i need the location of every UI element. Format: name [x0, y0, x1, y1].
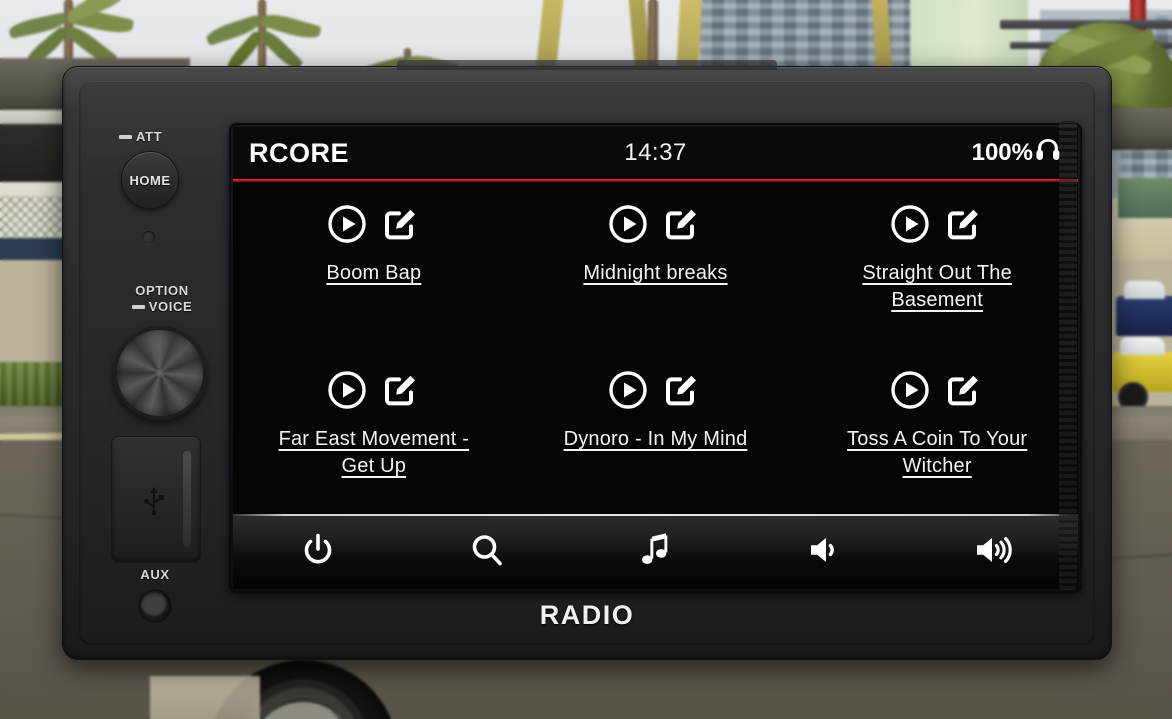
power-button[interactable] — [275, 532, 361, 568]
status-bar: RCORE 14:37 100% — [233, 127, 1078, 179]
bottom-toolbar — [233, 516, 1078, 584]
home-button-label: HOME — [129, 172, 171, 188]
track-title[interactable]: Toss A Coin To Your Witcher — [830, 426, 1045, 480]
window-right — [1118, 178, 1172, 218]
search-button[interactable] — [444, 532, 530, 568]
edit-square-icon[interactable] — [944, 204, 984, 244]
track-actions — [327, 204, 421, 244]
curb-highlight — [150, 676, 260, 719]
usb-icon — [141, 483, 167, 522]
track-title[interactable]: Dynoro - In My Mind — [564, 426, 748, 453]
screen: RCORE 14:37 100% Boom Bap Midnight break… — [233, 127, 1078, 589]
track-actions — [608, 370, 702, 410]
vehicle-roof — [1123, 280, 1165, 300]
play-circle-icon[interactable] — [608, 204, 648, 244]
speaker-vent — [1059, 121, 1077, 591]
search-icon — [469, 532, 505, 568]
track-actions — [327, 370, 421, 410]
headphones-icon — [1034, 137, 1062, 170]
home-button[interactable]: HOME — [121, 151, 179, 209]
edit-square-icon[interactable] — [944, 370, 984, 410]
car-head-unit: ATT HOME OPTION VOICE AUX RCORE 14:37 10… — [62, 60, 1112, 660]
play-circle-icon[interactable] — [327, 204, 367, 244]
track-title[interactable]: Straight Out The Basement — [830, 260, 1045, 314]
vehicle-roof — [1120, 336, 1166, 356]
aux-label-row: AUX — [101, 566, 209, 584]
battery-percent: 100% — [971, 139, 1033, 166]
device-wordmark: RADIO — [539, 600, 635, 630]
music-button[interactable] — [613, 532, 699, 568]
music-note-icon — [639, 532, 673, 568]
volume-up-button[interactable] — [951, 534, 1037, 566]
voice-label: VOICE — [148, 299, 193, 314]
vehicle-blue — [1116, 280, 1172, 336]
voice-dash-icon — [131, 304, 145, 309]
indicator-led-icon — [142, 231, 155, 244]
option-voice-labels: OPTION VOICE — [113, 283, 211, 314]
unit-top-notch — [397, 60, 777, 70]
unit-faceplate: ATT HOME OPTION VOICE AUX RCORE 14:37 10… — [79, 81, 1095, 645]
game-scene: ATT HOME OPTION VOICE AUX RCORE 14:37 10… — [0, 0, 1172, 719]
voice-label-row: VOICE — [113, 299, 211, 314]
edit-square-icon[interactable] — [381, 204, 421, 244]
att-dash-icon — [119, 134, 132, 139]
app-brand: RCORE — [249, 137, 350, 168]
track-title[interactable]: Midnight breaks — [583, 260, 727, 287]
aux-label: AUX — [140, 567, 170, 582]
volume-low-icon — [807, 534, 843, 566]
track-item[interactable]: Boom Bap — [233, 182, 515, 348]
volume-knob[interactable] — [113, 326, 207, 420]
option-label: OPTION — [135, 283, 189, 298]
track-item[interactable]: Toss A Coin To Your Witcher — [796, 348, 1078, 514]
track-grid: Boom Bap Midnight breaks Straight Out Th… — [233, 182, 1078, 514]
battery-status: 100% — [822, 137, 1062, 170]
play-circle-icon[interactable] — [890, 370, 930, 410]
usb-port-tab — [183, 451, 191, 547]
edit-square-icon[interactable] — [381, 370, 421, 410]
play-circle-icon[interactable] — [608, 370, 648, 410]
clock: 14:37 — [624, 139, 687, 166]
edit-square-icon[interactable] — [662, 204, 702, 244]
track-actions — [890, 370, 984, 410]
att-label: ATT — [136, 129, 163, 144]
play-circle-icon[interactable] — [327, 370, 367, 410]
att-label-row: ATT — [119, 129, 162, 144]
wheel-hub — [249, 701, 357, 719]
track-item[interactable]: Dynoro - In My Mind — [515, 348, 797, 514]
usb-port[interactable] — [111, 436, 201, 563]
track-title[interactable]: Far East Movement - Get Up — [266, 426, 481, 480]
screen-bezel: RCORE 14:37 100% Boom Bap Midnight break… — [229, 123, 1082, 593]
track-actions — [608, 204, 702, 244]
power-icon — [300, 532, 336, 568]
play-circle-icon[interactable] — [890, 204, 930, 244]
control-column: ATT HOME OPTION VOICE AUX — [101, 111, 223, 623]
track-item[interactable]: Midnight breaks — [515, 182, 797, 348]
volume-down-button[interactable] — [782, 534, 868, 566]
volume-high-icon — [974, 534, 1014, 566]
track-title[interactable]: Boom Bap — [326, 260, 421, 287]
track-actions — [890, 204, 984, 244]
edit-square-icon[interactable] — [662, 370, 702, 410]
track-item[interactable]: Far East Movement - Get Up — [233, 348, 515, 514]
track-item[interactable]: Straight Out The Basement — [796, 182, 1078, 348]
